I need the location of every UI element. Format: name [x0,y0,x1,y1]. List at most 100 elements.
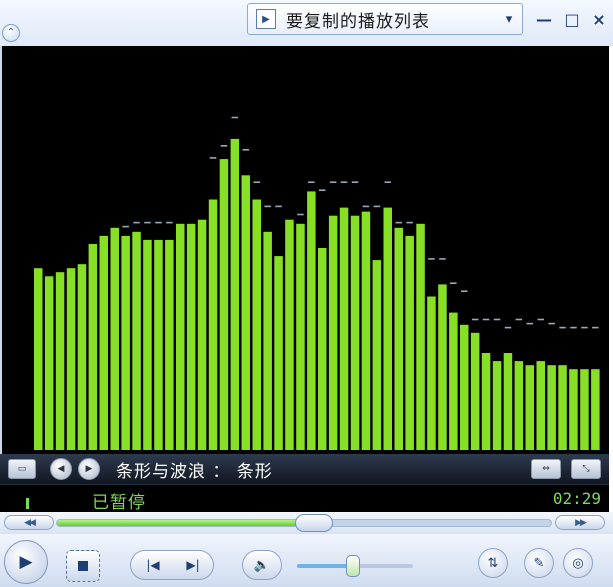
spectrum-bar [416,223,425,450]
spectrum-bar [143,239,152,450]
spectrum-peak [133,221,140,224]
spectrum-bar [580,369,589,450]
resize-icon: ⇔ [542,464,550,474]
spectrum-bar [536,361,545,450]
fast-forward-button[interactable]: ▶▶ [555,515,605,530]
mini-view-icon: ⤡ [582,464,590,474]
transport-controls: ▶ |◀ ▶| 🔈 ⇅ ✎ ◎ [0,534,613,587]
spectrum-bar [88,244,98,450]
spectrum-peak [242,149,249,151]
spectrum-bar [307,191,316,450]
spectrum-bar [339,207,349,450]
prev-visualization-button[interactable]: ◀ [50,458,72,480]
next-track-button[interactable]: ▶| [177,551,209,579]
spectrum-bar [394,227,403,450]
nav-menu-button[interactable]: ⌃ [2,24,20,42]
volume-thumb[interactable] [345,555,360,577]
spectrum-peak [351,181,359,183]
resize-button[interactable]: ⇔ [531,459,561,479]
pause-icon [26,494,36,528]
spectrum-peak [340,181,348,183]
play-button[interactable]: ▶ [4,540,48,584]
spectrum-bar [176,223,185,450]
spectrum-bar [77,264,87,450]
spectrum-peak [253,181,260,183]
spectrum-bar [34,268,43,450]
spectrum-peak [548,322,555,325]
spectrum-peak [209,157,217,159]
spectrum-bar [66,268,76,450]
spectrum-bar [449,312,458,450]
minimize-button[interactable]: — [533,8,555,30]
spectrum-peak [406,221,413,224]
chevron-down-icon: ▾ [505,11,513,27]
spectrum-peak [592,326,599,329]
seek-thumb[interactable] [294,514,333,532]
visualization-name: 条形与波浪 ： 条形 [116,461,273,482]
disc-button[interactable]: ◎ [563,548,593,578]
spectrum-bar [591,369,600,450]
visualization-area [0,46,609,454]
spectrum-bar [263,231,272,450]
playlist-dropdown[interactable]: ▶ 要复制的播放列表 ▾ [247,3,523,35]
close-button[interactable]: × [588,8,610,30]
maximize-button[interactable]: □ [561,8,583,30]
spectrum-peak [166,221,173,224]
spectrum-bar [569,369,578,450]
spectrum-bar [230,138,240,450]
equalizer-button[interactable]: ⇅ [478,548,508,578]
fullscreen-button[interactable]: ▭ [8,459,36,479]
spectrum-peak [231,116,239,119]
equalizer-icon: ⇅ [487,555,499,571]
spectrum-bar [219,159,229,450]
spectrum-bar [110,227,119,450]
stop-button[interactable] [66,550,100,582]
spectrum-peak [428,258,435,260]
visualization-controls: ▭ ◀ ▶ 条形与波浪 ： 条形 ⇔ ⤡ [0,454,609,484]
close-icon: × [592,9,606,29]
spectrum-peak [526,322,533,325]
spectrum-bar [241,175,250,451]
disc-icon: ◎ [572,555,584,571]
spectrum-bar [208,199,218,450]
spectrum-bar [350,215,360,450]
maximize-icon: □ [564,9,580,29]
track-nav-group: |◀ ▶| [130,550,214,580]
spectrum-bar [296,223,305,450]
spectrum-peak [373,205,381,208]
chevron-icon: ⌃ [6,27,16,38]
rewind-icon: ◀◀ [24,517,36,528]
spectrum-peak [559,326,566,329]
spectrum-visualization [34,116,600,451]
spectrum-bar [405,235,414,450]
spectrum-peak [581,326,588,329]
elapsed-time: 02:29 [552,489,601,508]
spectrum-bar [154,239,163,450]
spectrum-peak [504,326,512,329]
spectrum-bar [492,361,502,450]
volume-level [297,564,353,568]
spectrum-bar [197,219,207,450]
spectrum-bar [165,239,174,450]
spectrum-peak [329,181,337,183]
previous-track-button[interactable]: |◀ [137,551,169,579]
spectrum-peak [482,318,490,321]
spectrum-bar [460,324,469,450]
spectrum-bar [285,219,294,450]
spectrum-peak [319,189,326,191]
spectrum-bar [44,276,54,450]
spectrum-peak [493,318,501,321]
mini-view-button[interactable]: ⤡ [571,459,601,479]
arrow-left-icon: ◀ [57,464,65,474]
rewind-button[interactable]: ◀◀ [4,515,54,530]
spectrum-bar [438,284,447,450]
spectrum-bar [121,235,130,450]
spectrum-peak [461,290,468,292]
spectrum-bar [481,353,491,450]
previous-icon: |◀ [146,558,160,572]
next-visualization-button[interactable]: ▶ [78,458,100,480]
seek-bar-area: ◀◀ ▶▶ [0,512,613,534]
edit-button[interactable]: ✎ [524,548,554,578]
mute-button[interactable]: 🔈 [242,550,282,580]
spectrum-bar [186,223,196,450]
